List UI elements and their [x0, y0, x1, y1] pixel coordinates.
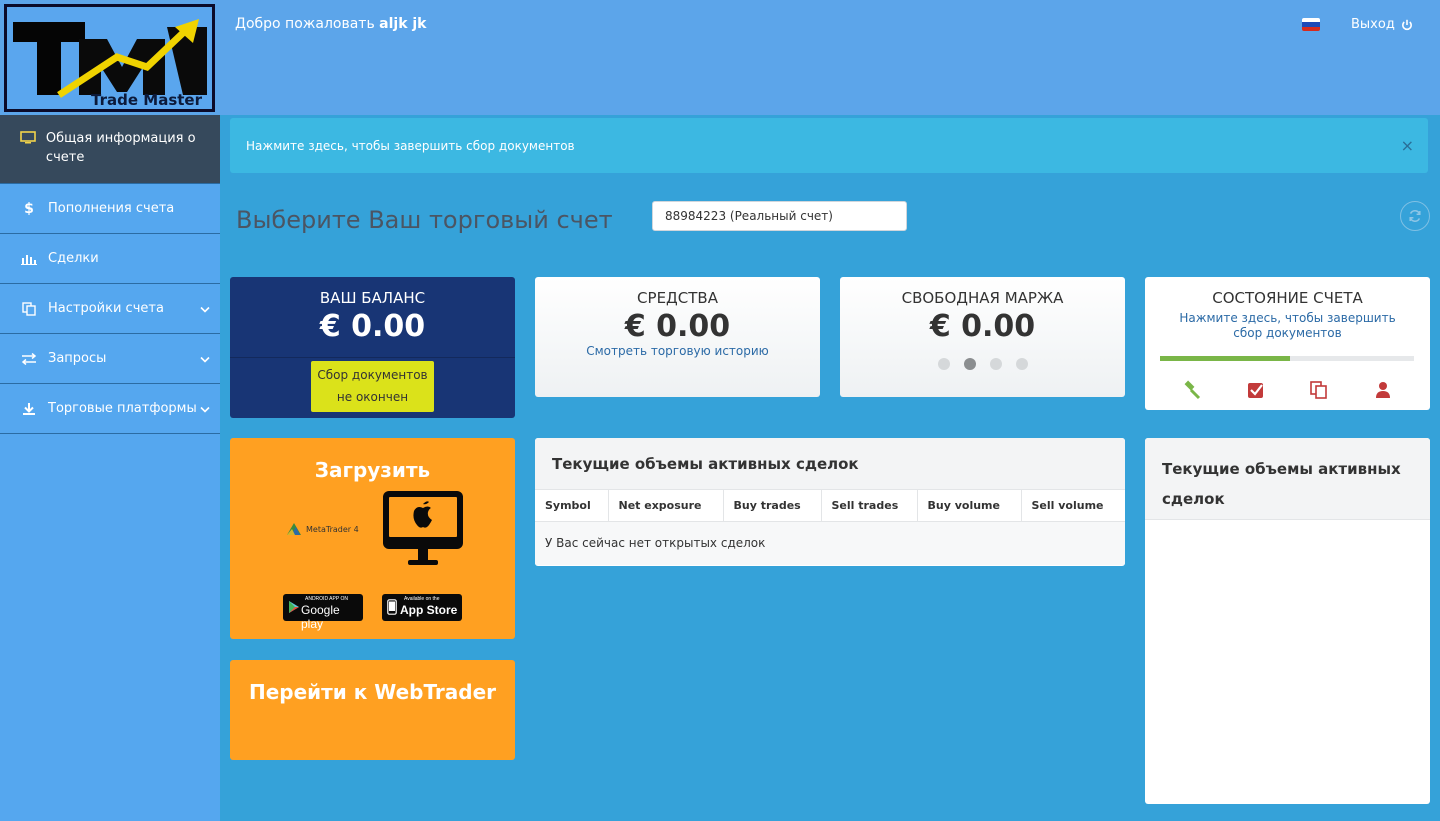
- free-margin-card: СВОБОДНАЯ МАРЖА € 0.00: [840, 277, 1125, 397]
- webtrader-button[interactable]: Перейти к WebTrader: [230, 660, 515, 760]
- iphone-icon: [387, 599, 397, 615]
- carousel-dot-active[interactable]: [963, 358, 976, 370]
- monitor-icon: [18, 131, 38, 144]
- logo-text: Trade Master: [91, 91, 202, 109]
- panel-title: Текущие объемы активных сделок: [1145, 438, 1430, 520]
- user-icon[interactable]: [1373, 380, 1393, 400]
- download-title: Загрузить: [314, 458, 431, 482]
- column-header[interactable]: Symbol: [535, 490, 609, 522]
- refresh-button[interactable]: [1400, 201, 1430, 231]
- sidebar-item-label: Запросы: [48, 351, 107, 366]
- welcome-message: Добро пожаловать aljk jk: [235, 16, 427, 32]
- sidebar-item-label: Общая информация о счете: [45, 131, 196, 165]
- panel-title: Текущие объемы активных сделок: [535, 438, 1125, 490]
- sidebar-item-deposits[interactable]: $ Пополнения счета: [0, 184, 220, 234]
- sidebar-item-requests[interactable]: Запросы: [0, 334, 220, 384]
- complete-documents-link[interactable]: Нажмите здесь, чтобы завершить сбор доку…: [1145, 311, 1430, 341]
- app-store-small: Available on the: [404, 596, 440, 602]
- logout-label: Выход: [1351, 17, 1395, 32]
- exchange-icon: [18, 352, 40, 365]
- carousel-dot[interactable]: [989, 358, 1002, 370]
- balance-title: ВАШ БАЛАНС: [319, 289, 426, 307]
- column-header[interactable]: Sell volume: [1021, 490, 1125, 522]
- account-select-value: 88984223 (Реальный счет): [665, 209, 833, 223]
- language-flag-icon[interactable]: [1302, 18, 1320, 31]
- google-play-small: ANDROID APP ON: [305, 596, 348, 602]
- funds-title: СРЕДСТВА: [637, 289, 718, 307]
- empty-message: У Вас сейчас нет открытых сделок: [535, 521, 1125, 565]
- trade-history-link[interactable]: Смотреть торговую историю: [535, 344, 820, 358]
- app-store-label: App Store: [400, 603, 458, 617]
- column-header[interactable]: Buy volume: [917, 490, 1022, 522]
- desktop-apple-icon[interactable]: [382, 490, 464, 568]
- gavel-icon[interactable]: [1182, 380, 1202, 400]
- state-icons: [1145, 380, 1430, 400]
- carousel-dots: [840, 358, 1125, 370]
- copy-icon: [18, 301, 40, 316]
- sidebar-item-label: Настройки счета: [48, 301, 164, 316]
- google-play-label: Google play: [301, 603, 340, 631]
- refresh-icon: [1409, 210, 1421, 222]
- state-title: СОСТОЯНИЕ СЧЕТА: [1212, 289, 1363, 307]
- google-play-icon: [289, 601, 299, 613]
- metatrader-logo[interactable]: MetaTrader 4: [285, 521, 359, 537]
- power-icon: [1401, 19, 1412, 30]
- column-header[interactable]: Buy trades: [723, 490, 822, 522]
- dollar-icon: $: [24, 200, 34, 217]
- sidebar: Общая информация о счете $ Пополнения сч…: [0, 115, 220, 821]
- top-header: Trade Master Добро пожаловать aljk jk Вы…: [0, 0, 1440, 115]
- trades-table: Symbol Net exposure Buy trades Sell trad…: [535, 490, 1125, 565]
- sidebar-item-label: Пополнения счета: [48, 201, 175, 216]
- welcome-label: Добро пожаловать: [235, 16, 375, 32]
- documents-incomplete-button[interactable]: Сбор документов не окончен: [311, 361, 434, 412]
- close-icon[interactable]: ×: [1401, 136, 1414, 155]
- documents-alert[interactable]: Нажмите здесь, чтобы завершить сбор доку…: [230, 118, 1428, 173]
- alert-text[interactable]: Нажмите здесь, чтобы завершить сбор доку…: [246, 139, 575, 153]
- sidebar-item-trading-platforms[interactable]: Торговые платформы: [0, 384, 220, 434]
- logout-button[interactable]: Выход: [1351, 17, 1413, 32]
- checkbox-icon[interactable]: [1246, 380, 1266, 400]
- page-title: Выберите Ваш торговый счет: [236, 206, 613, 234]
- documents-progress-bar: [1160, 356, 1414, 361]
- account-select[interactable]: 88984223 (Реальный счет): [652, 201, 907, 231]
- table-row: У Вас сейчас нет открытых сделок: [535, 521, 1125, 565]
- google-play-badge[interactable]: ANDROID APP ON Google play: [283, 594, 363, 631]
- documents-icon[interactable]: [1309, 380, 1329, 400]
- carousel-dot[interactable]: [937, 358, 950, 370]
- sidebar-item-account-settings[interactable]: Настройки счета: [0, 284, 220, 334]
- chevron-down-icon: [200, 301, 210, 316]
- sidebar-item-label: Торговые платформы: [48, 401, 197, 416]
- margin-value: € 0.00: [929, 309, 1036, 344]
- active-trades-chart-panel: Текущие объемы активных сделок: [1145, 438, 1430, 804]
- progress-fill: [1160, 356, 1290, 361]
- metatrader-label: MetaTrader 4: [306, 524, 359, 534]
- divider: [230, 357, 515, 358]
- active-trades-panel: Текущие объемы активных сделок Symbol Ne…: [535, 438, 1125, 566]
- chevron-down-icon: [200, 351, 210, 366]
- sidebar-item-trades[interactable]: Сделки: [0, 234, 220, 284]
- column-header[interactable]: Sell trades: [821, 490, 918, 522]
- funds-card: СРЕДСТВА € 0.00 Смотреть торговую истори…: [535, 277, 820, 397]
- bar-chart-icon: [18, 253, 40, 265]
- margin-title: СВОБОДНАЯ МАРЖА: [901, 289, 1064, 307]
- column-header[interactable]: Net exposure: [608, 490, 724, 522]
- metatrader-icon: [287, 523, 301, 535]
- download-icon: [18, 402, 40, 416]
- carousel-dot[interactable]: [1015, 358, 1028, 370]
- balance-card: ВАШ БАЛАНС € 0.00 Сбор документов не око…: [230, 277, 515, 418]
- table-header-row: Symbol Net exposure Buy trades Sell trad…: [535, 490, 1125, 522]
- app-store-badge[interactable]: Available on the App Store: [382, 594, 462, 621]
- download-card: Загрузить MetaTrader 4 ANDROID APP ON Go…: [230, 438, 515, 639]
- sidebar-item-overview[interactable]: Общая информация о счете: [0, 115, 220, 184]
- funds-value: € 0.00: [624, 309, 731, 344]
- account-state-card: СОСТОЯНИЕ СЧЕТА Нажмите здесь, чтобы зав…: [1145, 277, 1430, 410]
- trade-master-logo[interactable]: Trade Master: [4, 4, 215, 112]
- username: aljk jk: [379, 16, 427, 32]
- balance-value: € 0.00: [319, 309, 426, 344]
- sidebar-item-label: Сделки: [48, 251, 99, 266]
- chevron-down-icon: [200, 401, 210, 416]
